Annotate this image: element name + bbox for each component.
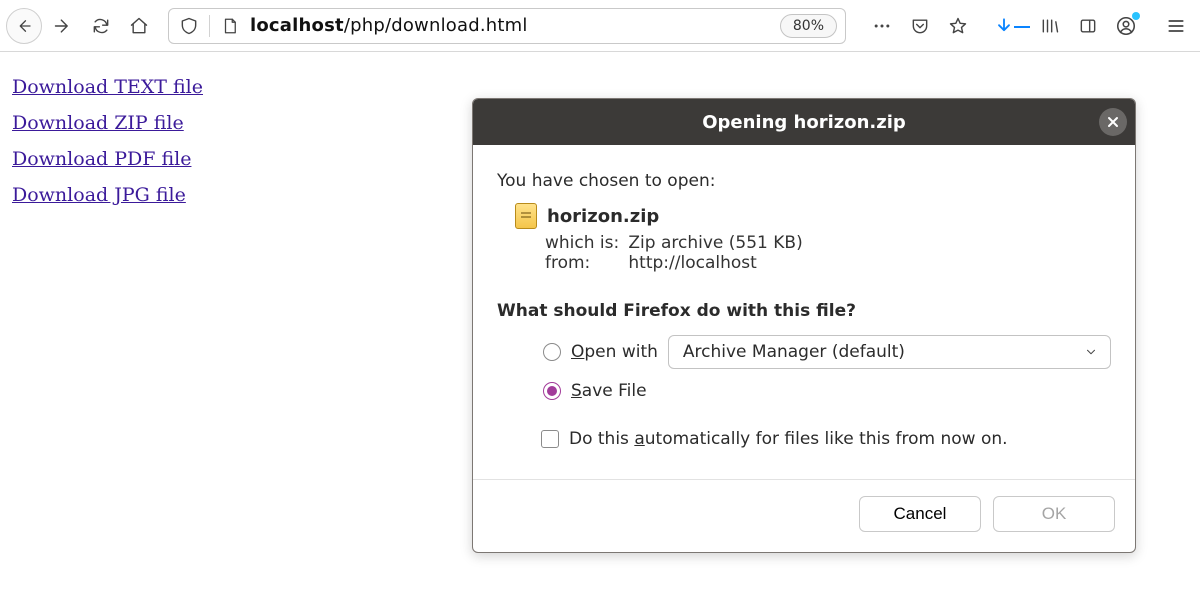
radio-save-file[interactable] [543, 382, 561, 400]
pocket-icon [910, 16, 930, 36]
url-host: localhost [250, 15, 344, 36]
option-open-with: Open with Archive Manager (default) [543, 335, 1111, 369]
cancel-button[interactable]: Cancel [859, 496, 981, 532]
save-file-label[interactable]: Save File [571, 381, 647, 401]
page-actions-button[interactable] [864, 8, 900, 44]
dialog-question: What should Firefox do with this file? [497, 301, 1111, 321]
dialog-footer: Cancel OK [473, 480, 1135, 552]
open-with-select[interactable]: Archive Manager (default) [668, 335, 1111, 369]
dialog-intro: You have chosen to open: [497, 171, 1111, 191]
toolbar-actions [864, 8, 1194, 44]
dialog-body: You have chosen to open: horizon.zip whi… [473, 145, 1135, 471]
sidebar-icon [1078, 16, 1098, 36]
sidebar-button[interactable] [1070, 8, 1106, 44]
arrow-left-icon [15, 17, 33, 35]
shield-icon [179, 16, 199, 36]
dots-icon [872, 16, 892, 36]
library-button[interactable] [1032, 8, 1068, 44]
browser-toolbar: localhost/php/download.html 80% [0, 0, 1200, 52]
dialog-close-button[interactable] [1099, 108, 1127, 136]
home-icon [129, 16, 149, 36]
tracking-protection-icon[interactable] [177, 14, 201, 38]
open-with-label[interactable]: Open with [571, 342, 658, 362]
back-button[interactable] [6, 8, 42, 44]
dialog-file-row: horizon.zip [515, 203, 1111, 229]
star-icon [948, 16, 968, 36]
auto-label[interactable]: Do this automatically for files like thi… [569, 429, 1008, 449]
radio-open-with[interactable] [543, 343, 561, 361]
option-save-file: Save File [543, 381, 1111, 401]
reload-icon [91, 16, 111, 36]
home-button[interactable] [122, 9, 156, 43]
dialog-file-from: from: http://localhost [545, 253, 1111, 273]
address-bar[interactable]: localhost/php/download.html 80% [168, 8, 846, 44]
dialog-filename: horizon.zip [547, 206, 659, 227]
reload-button[interactable] [84, 9, 118, 43]
open-with-value: Archive Manager (default) [683, 342, 905, 362]
app-menu-button[interactable] [1158, 8, 1194, 44]
dialog-file-type: which is: Zip archive (551 KB) [545, 233, 1111, 253]
dialog-title: Opening horizon.zip [702, 112, 906, 133]
hamburger-icon [1166, 16, 1186, 36]
download-icon [994, 17, 1014, 35]
option-auto: Do this automatically for files like thi… [541, 429, 1111, 449]
url-path: /php/download.html [344, 15, 528, 36]
url-display[interactable]: localhost/php/download.html [250, 15, 772, 36]
document-icon [221, 16, 239, 36]
account-button[interactable] [1108, 8, 1144, 44]
pocket-button[interactable] [902, 8, 938, 44]
chevron-down-icon [1084, 345, 1098, 359]
dialog-titlebar: Opening horizon.zip [473, 99, 1135, 145]
checkbox-auto[interactable] [541, 430, 559, 448]
divider [209, 15, 210, 37]
download-dialog: Opening horizon.zip You have chosen to o… [472, 98, 1136, 553]
page-info-icon[interactable] [218, 14, 242, 38]
bookmark-button[interactable] [940, 8, 976, 44]
arrow-right-icon [53, 16, 73, 36]
download-link-text[interactable]: Download TEXT file [12, 76, 1188, 98]
zip-file-icon [515, 203, 537, 229]
close-icon [1107, 116, 1119, 128]
notification-dot [1132, 12, 1140, 20]
downloads-button[interactable] [994, 8, 1030, 44]
ok-button[interactable]: OK [993, 496, 1115, 532]
library-icon [1040, 16, 1060, 36]
zoom-indicator[interactable]: 80% [780, 14, 837, 38]
forward-button[interactable] [46, 9, 80, 43]
